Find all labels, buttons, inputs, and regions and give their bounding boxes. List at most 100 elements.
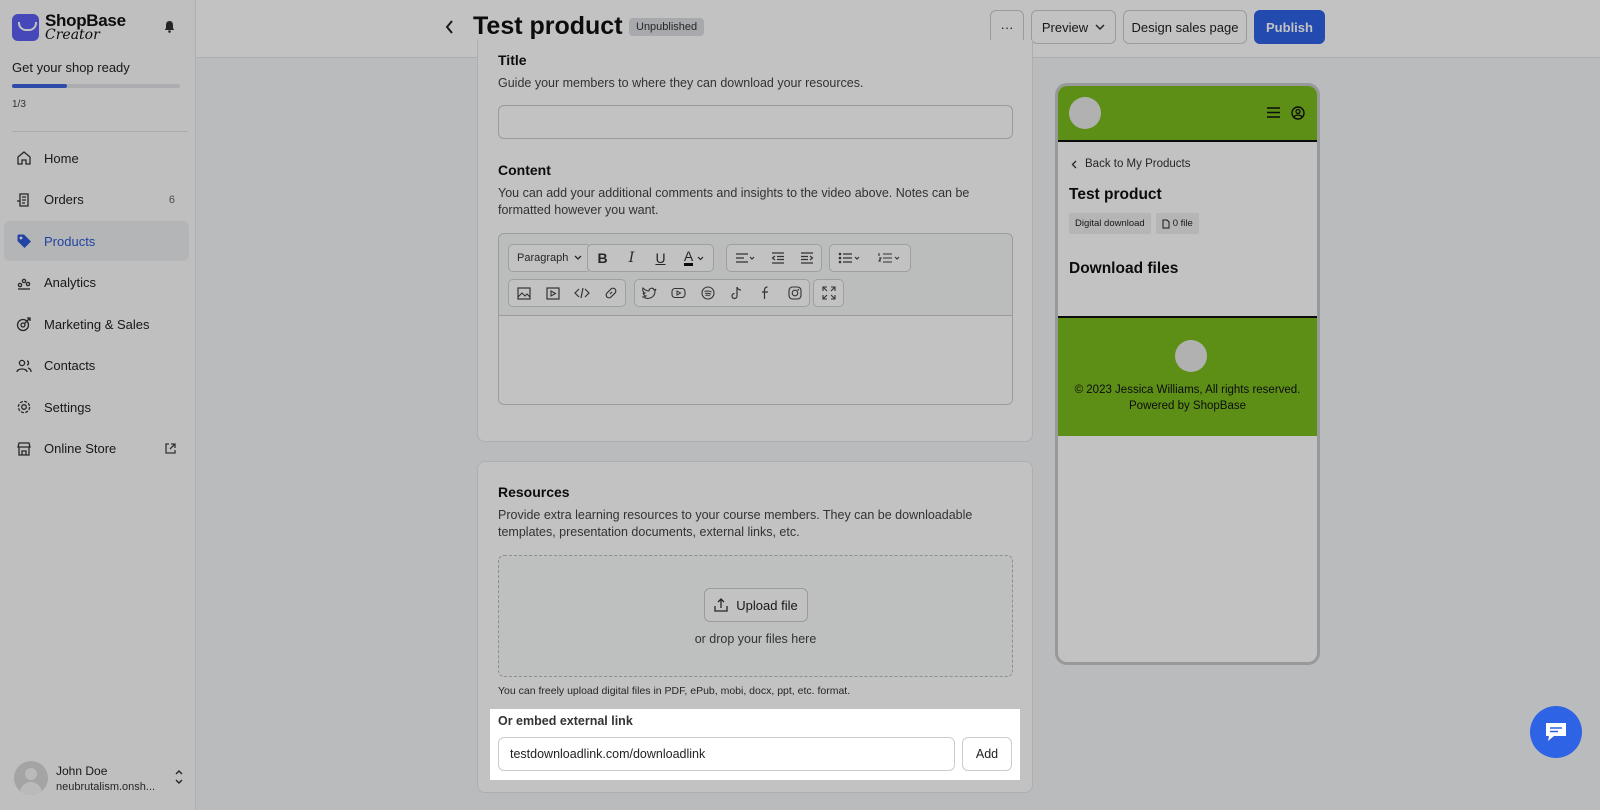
title-label: Title: [498, 52, 527, 68]
mobile-preview: Back to My Products Test product Digital…: [1055, 83, 1320, 665]
shop-ready-text[interactable]: Get your shop ready: [12, 60, 130, 75]
sidebar-item-label: Contacts: [44, 358, 96, 373]
setup-progress-count: 1/3: [12, 99, 26, 110]
back-to-products-link[interactable]: Back to My Products: [1071, 158, 1190, 170]
sidebar-nav: Home Orders 6 Products Analytics Marketi…: [4, 138, 189, 470]
social-embed-group: [634, 279, 810, 307]
alignment-group: [726, 244, 822, 272]
avatar: [14, 761, 48, 795]
download-files-heading: Download files: [1069, 260, 1179, 277]
content-label: Content: [498, 162, 551, 178]
back-arrow-icon[interactable]: [444, 18, 456, 36]
preview-header: [1058, 86, 1317, 142]
fullscreen-icon[interactable]: [814, 280, 843, 306]
chevron-updown-icon[interactable]: [174, 770, 184, 784]
store-icon: [17, 441, 31, 456]
code-icon[interactable]: [567, 280, 596, 306]
sidebar-item-home[interactable]: Home: [4, 138, 189, 178]
bold-icon[interactable]: B: [588, 245, 617, 271]
outdent-icon[interactable]: [763, 245, 792, 271]
tiktok-icon[interactable]: [722, 280, 751, 306]
store-logo-icon[interactable]: [1069, 97, 1101, 129]
sidebar-item-label: Marketing & Sales: [44, 316, 150, 332]
add-link-button[interactable]: Add: [962, 737, 1012, 771]
home-icon: [17, 151, 31, 165]
align-left-icon[interactable]: [727, 245, 763, 271]
upload-file-button[interactable]: Upload file: [704, 588, 808, 622]
underline-icon[interactable]: U: [646, 245, 675, 271]
sidebar-item-marketing[interactable]: Marketing & Sales: [4, 304, 189, 344]
title-input[interactable]: [498, 105, 1013, 139]
file-count-tag: 0 file: [1155, 213, 1199, 234]
twitter-icon[interactable]: [635, 280, 664, 306]
hamburger-menu-icon[interactable]: [1267, 107, 1280, 118]
upload-icon: [714, 598, 728, 612]
link-icon[interactable]: [596, 280, 625, 306]
design-sales-page-button[interactable]: Design sales page: [1123, 10, 1247, 44]
italic-icon[interactable]: I: [617, 245, 646, 271]
list-group: [829, 244, 911, 272]
sidebar-item-online-store[interactable]: Online Store: [4, 429, 189, 469]
sidebar-item-contacts[interactable]: Contacts: [4, 346, 189, 386]
footer-copyright: © 2023 Jessica Williams, All rights rese…: [1058, 382, 1317, 414]
external-link-icon[interactable]: [164, 442, 177, 455]
video-icon[interactable]: [538, 280, 567, 306]
chat-launcher-button[interactable]: [1530, 706, 1582, 758]
text-color-icon[interactable]: A: [675, 245, 713, 271]
product-type-tag: Digital download: [1069, 213, 1151, 234]
embed-link-input[interactable]: testdownloadlink.com/downloadlink: [498, 737, 955, 771]
tag-icon: [17, 234, 31, 248]
sidebar-item-analytics[interactable]: Analytics: [4, 263, 189, 303]
brand-sub: Creator: [45, 27, 100, 43]
indent-icon[interactable]: [792, 245, 821, 271]
facebook-icon[interactable]: [751, 280, 780, 306]
powered-by-text: Powered by ShopBase: [1129, 400, 1246, 412]
account-icon[interactable]: [1291, 106, 1305, 120]
sidebar-item-label: Analytics: [44, 275, 97, 290]
sidebar-item-products[interactable]: Products: [4, 221, 189, 261]
file-dropzone[interactable]: Upload file or drop your files here: [498, 555, 1013, 677]
user-store: neubrutalism.onsh...: [56, 780, 156, 793]
resources-description: Provide extra learning resources to your…: [498, 508, 973, 539]
chevron-down-icon: [1095, 23, 1105, 30]
more-actions-button[interactable]: ···: [990, 10, 1024, 44]
insert-group: [508, 279, 626, 307]
image-icon[interactable]: [509, 280, 538, 306]
bell-icon[interactable]: [164, 20, 175, 33]
rich-text-editor: Paragraph B I U A: [498, 233, 1013, 405]
embed-link-section: Or embed external link testdownloadlink.…: [492, 711, 1018, 778]
instagram-icon[interactable]: [780, 280, 809, 306]
file-formats-note: You can freely upload digital files in P…: [498, 685, 851, 697]
numbered-list-icon[interactable]: [870, 245, 910, 271]
preview-footer: © 2023 Jessica Williams, All rights rese…: [1058, 316, 1317, 436]
contacts-icon: [16, 359, 32, 372]
user-account-menu[interactable]: John Doe neubrutalism.onsh...: [14, 760, 184, 796]
publish-button[interactable]: Publish: [1254, 10, 1325, 44]
upload-file-label: Upload file: [736, 597, 798, 613]
sidebar-item-label: Orders: [44, 192, 84, 207]
file-icon: [1162, 219, 1170, 228]
gear-icon: [17, 400, 31, 414]
chat-icon: [1546, 723, 1566, 741]
spotify-icon[interactable]: [693, 280, 722, 306]
back-to-products-label: Back to My Products: [1085, 158, 1191, 170]
preview-button[interactable]: Preview: [1031, 10, 1116, 44]
orders-count-badge: 6: [168, 193, 175, 206]
paragraph-select[interactable]: Paragraph: [508, 244, 592, 272]
youtube-icon[interactable]: [664, 280, 693, 306]
sidebar-item-settings[interactable]: Settings: [4, 387, 189, 427]
details-card: Title Guide your members to where they c…: [477, 40, 1033, 442]
file-count-label: 0 file: [1172, 218, 1193, 229]
status-badge: Unpublished: [629, 18, 705, 36]
chevron-down-icon: [574, 255, 582, 260]
sidebar-item-label: Settings: [44, 399, 91, 415]
preview-product-title: Test product: [1069, 186, 1162, 203]
sidebar-item-orders[interactable]: Orders 6: [4, 180, 189, 220]
title-description: Guide your members to where they can dow…: [498, 76, 864, 90]
analytics-icon: [17, 278, 31, 290]
copyright-text: © 2023 Jessica Williams, All rights rese…: [1074, 384, 1301, 396]
shopbase-logo[interactable]: ShopBase Creator: [12, 12, 126, 42]
setup-progress-fill: [12, 84, 68, 88]
editor-body[interactable]: [499, 316, 1012, 404]
bullet-list-icon[interactable]: [830, 245, 870, 271]
